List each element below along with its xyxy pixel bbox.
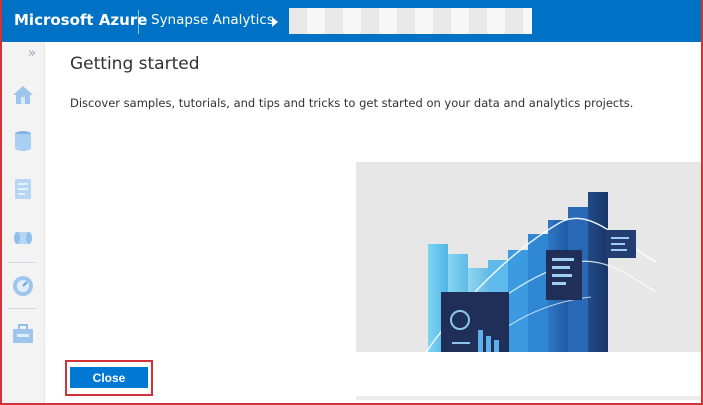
document-icon[interactable]	[10, 176, 36, 202]
analytics-illustration	[356, 162, 701, 352]
topbar-separator	[138, 10, 139, 34]
getting-started-panel: Getting started Discover samples, tutori…	[44, 42, 701, 405]
sidebar: »	[2, 42, 45, 405]
page-title: Getting started	[70, 54, 200, 74]
database-icon[interactable]	[10, 128, 36, 154]
close-button[interactable]: Close	[70, 367, 148, 388]
service-breadcrumb[interactable]: Synapse Analytics	[151, 12, 274, 28]
card-edge	[356, 396, 701, 400]
monitor-icon[interactable]	[10, 273, 36, 299]
pipeline-icon[interactable]	[10, 225, 36, 251]
double-chevron-right-icon[interactable]: »	[28, 46, 36, 61]
sidebar-divider	[8, 308, 36, 309]
top-bar: Microsoft Azure Synapse Analytics	[0, 0, 703, 42]
redacted-workspace-name	[289, 8, 532, 34]
brand-title[interactable]: Microsoft Azure	[14, 11, 147, 29]
sidebar-divider	[8, 262, 36, 263]
caret-right-icon[interactable]	[272, 17, 278, 27]
manage-toolbox-icon[interactable]	[10, 321, 36, 347]
home-icon[interactable]	[10, 82, 36, 108]
page-description: Discover samples, tutorials, and tips an…	[70, 96, 634, 110]
